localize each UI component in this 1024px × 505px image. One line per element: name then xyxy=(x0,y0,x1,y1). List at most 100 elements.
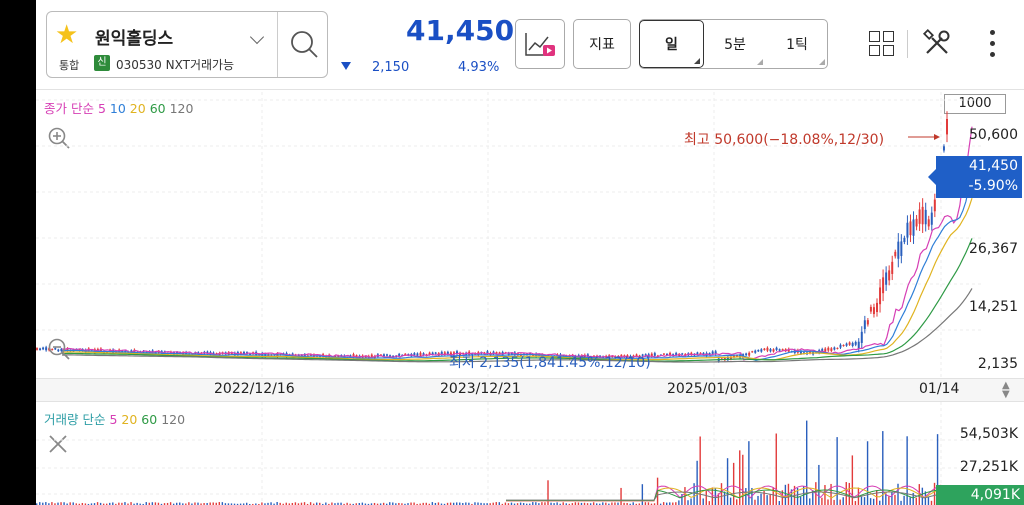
y-tick-label: 2,135 xyxy=(977,356,1018,372)
volume-bar xyxy=(726,458,729,505)
current-price-marker: 41,450 -5.90% xyxy=(928,156,1022,198)
chart-screen: ★ 원익홀딩스 통합 신 030530 NXT거래가능 41,450 2,150… xyxy=(36,0,1024,505)
candle-body xyxy=(745,353,748,356)
price-chart-area[interactable] xyxy=(36,0,1024,378)
scale-arrows-icon[interactable]: ▲ ▼ xyxy=(1002,381,1010,400)
volume-bar xyxy=(702,498,704,505)
high-price-annotation: 최고 50,600(−18.08%,12/30) xyxy=(684,132,885,148)
volume-bar xyxy=(687,500,689,505)
current-change-value: -5.90% xyxy=(968,178,1018,194)
volume-bar xyxy=(708,501,711,505)
candle-body xyxy=(930,212,933,225)
candle-body xyxy=(772,349,775,352)
y-tick-label: 26,367 xyxy=(969,241,1018,257)
volume-bar xyxy=(742,454,744,505)
candle-body xyxy=(434,352,437,354)
candle-body xyxy=(866,320,869,325)
volume-bar xyxy=(869,498,872,505)
candle-body xyxy=(912,219,915,236)
candle-body xyxy=(778,349,781,351)
x-tick-label: 2022/12/16 xyxy=(214,381,295,397)
volume-bar xyxy=(732,462,735,505)
volume-bar xyxy=(736,499,738,505)
volume-bar xyxy=(842,497,844,505)
candle-body xyxy=(836,347,839,349)
candle-body xyxy=(681,353,684,355)
candle-body xyxy=(888,270,891,281)
candle-body xyxy=(696,352,699,354)
volume-bar xyxy=(757,495,759,505)
candle-body xyxy=(942,146,945,151)
volume-bar xyxy=(806,420,808,505)
candle-body xyxy=(903,237,906,243)
volume-bar xyxy=(760,493,762,505)
x-axis-bar[interactable]: 2022/12/16 2023/12/21 2025/01/03 01/14 ▲… xyxy=(36,378,1024,402)
candle-body xyxy=(833,347,836,350)
volume-bar xyxy=(799,496,802,505)
y-tick-label: 50,600 xyxy=(969,127,1018,143)
candle-body xyxy=(662,353,665,355)
candle-body xyxy=(872,307,875,315)
volume-bar xyxy=(818,464,820,505)
candle-body xyxy=(766,347,769,351)
volume-chart-area[interactable] xyxy=(36,402,1024,505)
volume-bar xyxy=(903,495,905,505)
volume-bar xyxy=(620,487,622,505)
volume-bar xyxy=(729,497,732,505)
candle-body xyxy=(869,306,872,312)
candle-body xyxy=(891,261,894,274)
volume-bar xyxy=(775,433,777,505)
candle-body xyxy=(906,222,909,238)
candle-body xyxy=(757,350,760,352)
moving-average-line xyxy=(61,168,973,362)
moving-average-line xyxy=(61,198,973,361)
current-volume-marker: 4,091K xyxy=(936,485,1024,505)
candle-body xyxy=(419,352,422,356)
volume-bar xyxy=(745,488,747,505)
candle-body xyxy=(876,302,878,313)
candle-body xyxy=(879,287,882,305)
candle-body xyxy=(754,350,757,353)
volume-bar xyxy=(720,483,723,505)
volume-bar xyxy=(839,499,841,505)
candle-body xyxy=(918,209,921,224)
candle-body xyxy=(824,348,827,352)
candle-body xyxy=(857,341,860,349)
candle-body xyxy=(775,347,778,350)
volume-bar xyxy=(909,497,911,505)
candle-body xyxy=(763,348,766,351)
candle-body xyxy=(933,199,936,212)
x-tick-label: 2025/01/03 xyxy=(667,381,748,397)
candle-body xyxy=(751,351,754,353)
zoom-out-icon[interactable] xyxy=(47,337,71,361)
volume-bar xyxy=(784,484,787,505)
volume-bar xyxy=(897,483,899,505)
volume-bar xyxy=(915,497,917,505)
volume-bar xyxy=(754,499,756,505)
candle-body xyxy=(860,331,863,343)
volume-bar xyxy=(927,496,930,505)
candle-body xyxy=(927,219,930,227)
volume-bar xyxy=(872,498,875,505)
candle-body xyxy=(760,349,763,352)
candle-body xyxy=(839,344,842,348)
candle-body xyxy=(848,342,851,345)
high-marker-arrow xyxy=(934,134,940,140)
current-price-value: 41,450 xyxy=(969,158,1018,174)
volume-bar xyxy=(854,501,857,505)
volume-bar xyxy=(866,441,869,505)
volume-bar xyxy=(930,500,933,505)
candle-body xyxy=(921,206,924,225)
candle-body xyxy=(42,347,45,350)
volume-bar xyxy=(845,482,847,505)
volume-bar xyxy=(678,500,680,505)
candle-body xyxy=(416,353,419,356)
volume-bar xyxy=(705,490,707,505)
candle-body xyxy=(885,272,888,285)
candle-body xyxy=(924,209,927,225)
candle-body xyxy=(851,343,854,346)
volume-bar xyxy=(900,500,902,505)
candle-body xyxy=(830,348,833,351)
candle-body xyxy=(398,353,401,356)
candle-body xyxy=(915,218,918,227)
